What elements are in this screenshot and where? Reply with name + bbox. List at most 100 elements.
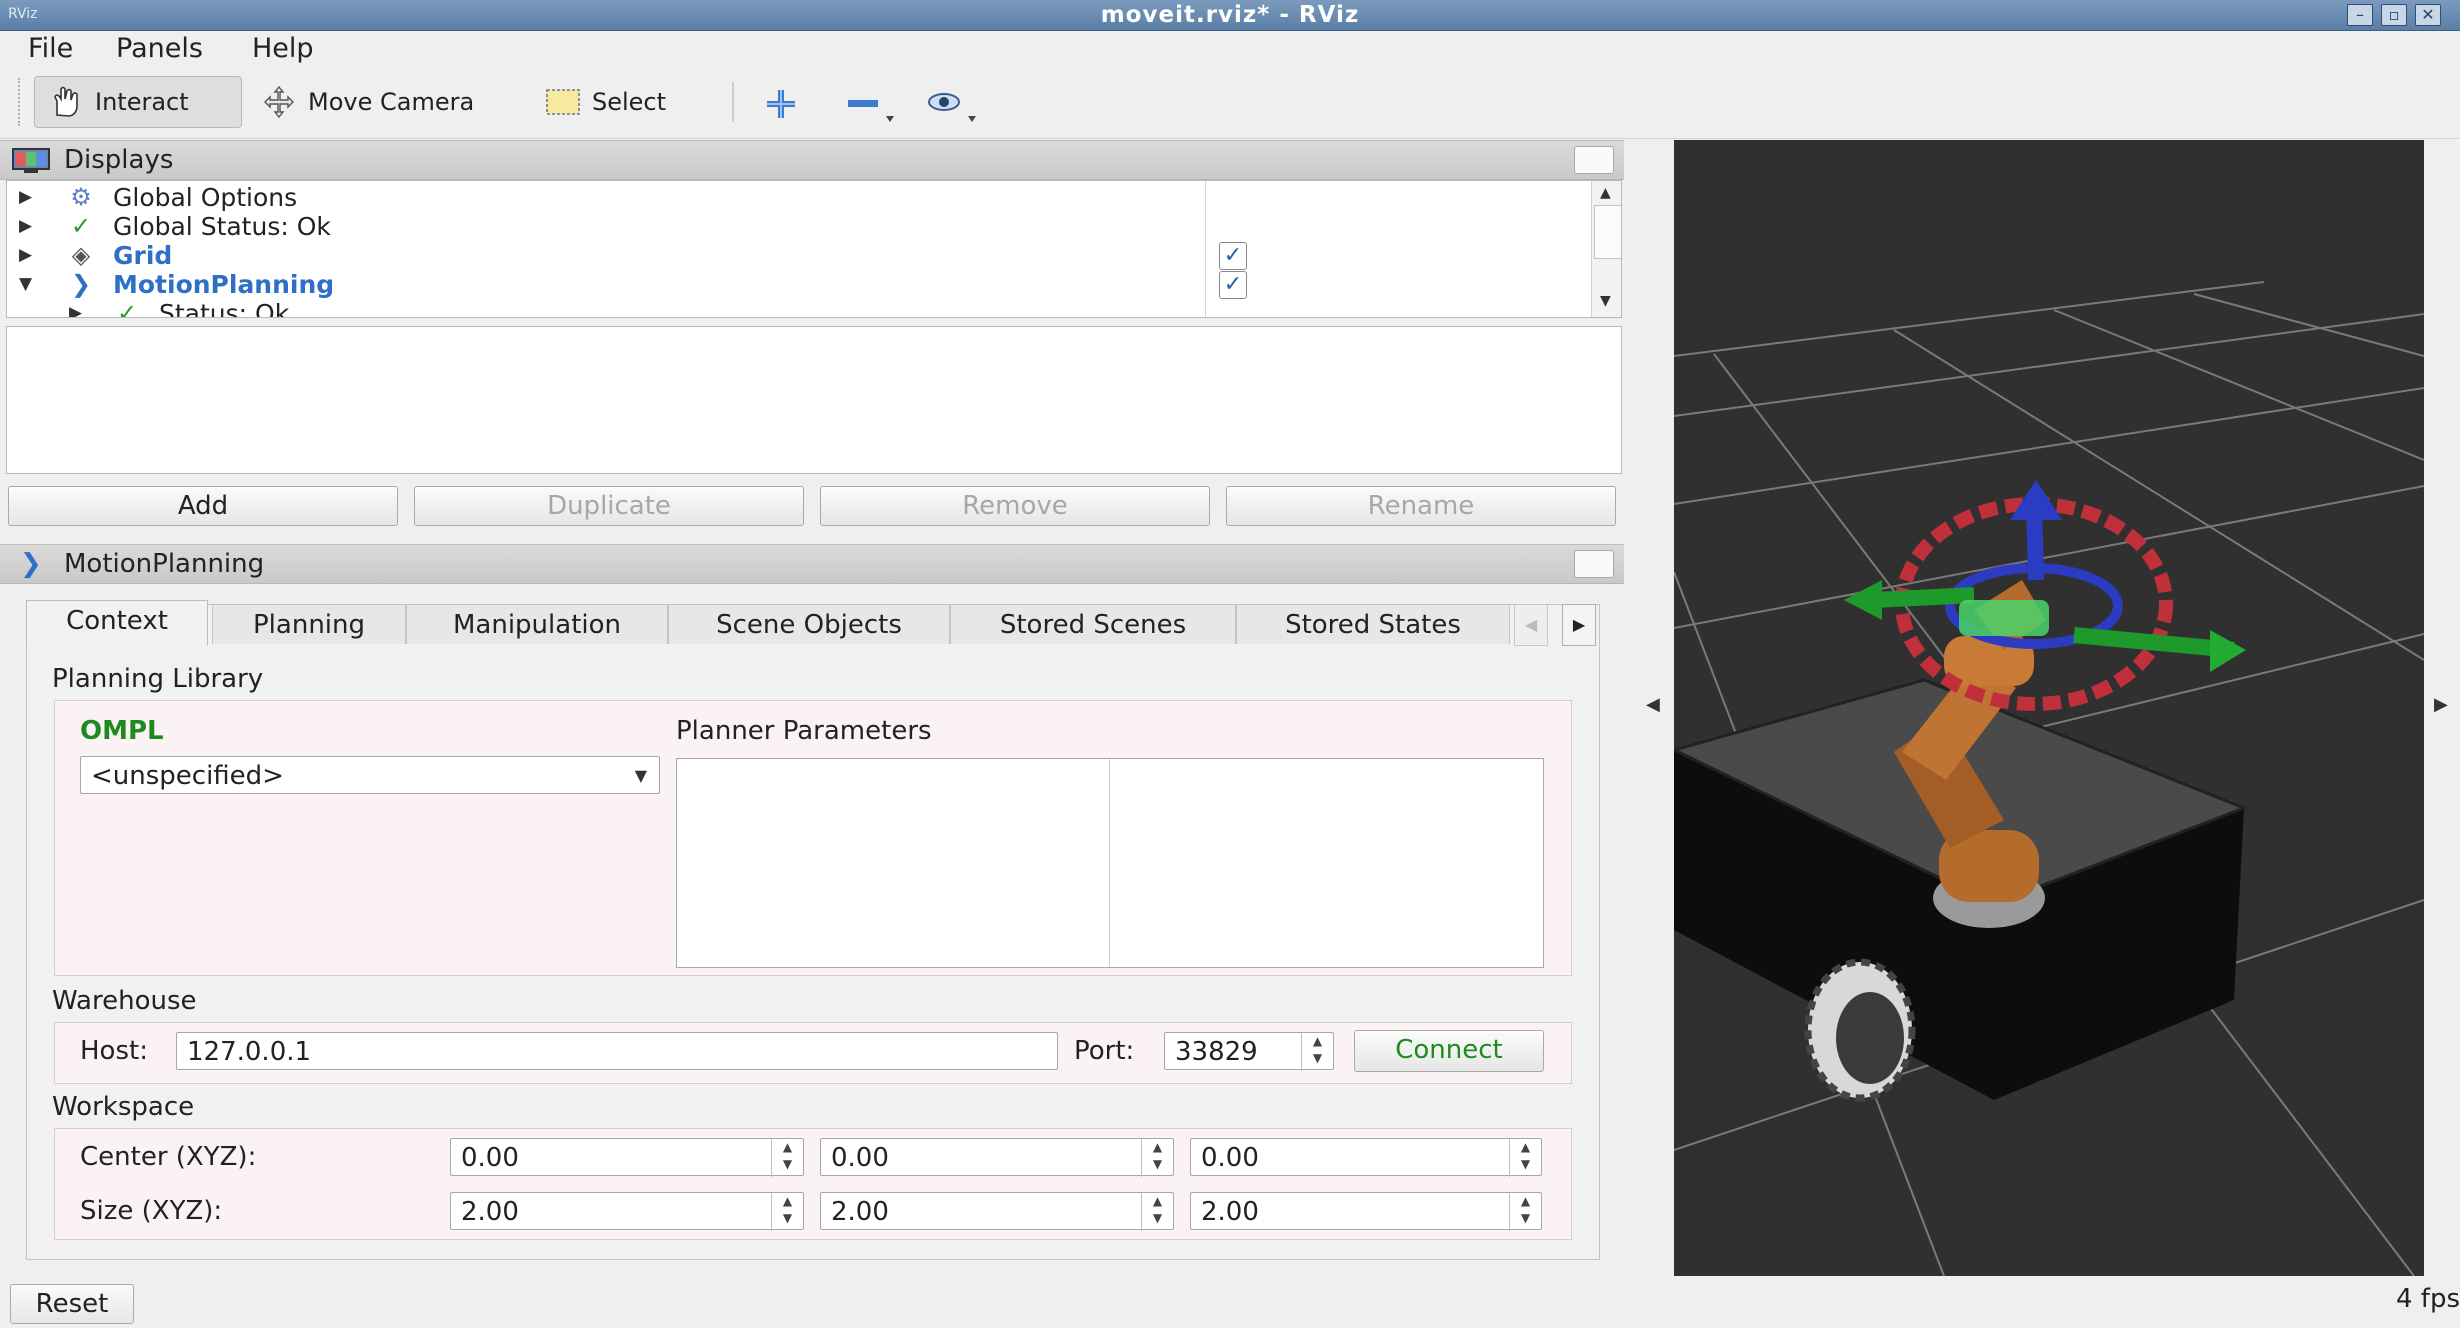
collapse-left-icon[interactable]: ◀ [1646,694,1660,715]
motionplanning-panel-undock-button[interactable] [1574,550,1614,578]
spin-arrows-icon[interactable]: ▲ ▼ [771,1193,803,1231]
center-y-value: 0.00 [831,1143,889,1173]
move-camera-button[interactable]: Move Camera [248,76,508,128]
grid-checkbox[interactable]: ✓ [1219,242,1247,270]
tree-label: MotionPlanning [113,270,335,299]
displays-tree: ▶ ⚙ Global Options ▶ ✓ Global Status: Ok… [6,180,1622,318]
tab-context[interactable]: Context [26,600,208,646]
close-icon[interactable]: ✕ [2415,4,2441,26]
size-x-spinbox[interactable]: 2.00 ▲ ▼ [450,1192,804,1231]
check-icon: ✓ [116,299,138,318]
view-side-strip: ▶ [2424,140,2460,1276]
eye-icon[interactable] [922,84,986,128]
interact-label: Interact [95,88,189,116]
plus-crosshair-icon[interactable] [756,84,806,124]
connect-button[interactable]: Connect [1354,1030,1544,1072]
tree-label: Grid [113,241,173,270]
host-input[interactable]: 127.0.0.1 [176,1032,1058,1070]
scroll-up-icon[interactable]: ▲ [1600,185,1611,201]
tree-row-global-status[interactable]: ▶ ✓ Global Status: Ok [7,212,1207,241]
motionplanning-icon: ❯ [70,270,92,298]
window-title: moveit.rviz* - RViz [1100,2,1360,28]
expand-arrow-icon[interactable]: ▶ [19,212,32,241]
rename-button[interactable]: Rename [1226,486,1616,526]
expand-arrow-icon[interactable]: ▶ [69,299,82,317]
spin-arrows-icon[interactable]: ▲ ▼ [1301,1033,1333,1071]
minus-icon[interactable] [842,84,902,128]
interact-button[interactable]: Interact [34,76,242,128]
remove-button[interactable]: Remove [820,486,1210,526]
check-icon: ✓ [70,212,92,240]
toolbar-grip[interactable] [18,78,24,126]
reset-button[interactable]: Reset [10,1284,134,1324]
expand-arrow-icon[interactable]: ▶ [19,241,32,270]
maximize-icon[interactable]: ▫ [2381,4,2407,26]
center-x-value: 0.00 [461,1143,519,1173]
size-z-spinbox[interactable]: 2.00 ▲ ▼ [1190,1192,1542,1231]
tree-label: Global Options [113,183,298,212]
hand-icon [54,86,78,117]
center-y-spinbox[interactable]: 0.00 ▲ ▼ [820,1138,1174,1177]
spin-arrows-icon[interactable]: ▲ ▼ [1141,1193,1173,1231]
planner-parameters-table[interactable] [676,758,1544,968]
host-label: Host: [80,1036,148,1066]
tab-manipulation[interactable]: Manipulation [406,604,668,644]
displays-title: Displays [64,145,174,175]
spin-arrows-icon[interactable]: ▲ ▼ [1509,1193,1541,1231]
spin-arrows-icon[interactable]: ▲ ▼ [1509,1139,1541,1177]
column-separator [1205,181,1206,317]
tree-row-grid[interactable]: ▶ ◈ Grid [7,241,1207,270]
size-xyz-label: Size (XYZ): [80,1196,223,1226]
tree-row-status[interactable]: ▶ ✓ Status: Ok [7,299,1207,318]
scroll-thumb[interactable] [1594,205,1621,259]
menu-file[interactable]: File [28,33,73,64]
monitor-icon [12,148,50,173]
motionplanning-checkbox[interactable]: ✓ [1219,271,1247,299]
spin-arrows-icon[interactable]: ▲ ▼ [1141,1139,1173,1177]
select-button[interactable]: Select [532,76,702,128]
add-button[interactable]: Add [8,486,398,526]
render-3d-view[interactable] [1674,140,2424,1276]
tree-label: Global Status: Ok [113,212,331,241]
port-value: 33829 [1175,1037,1258,1067]
ompl-label: OMPL [80,716,164,746]
displays-panel-header: Displays [0,140,1624,180]
tab-scroll-right-icon[interactable]: ▶ [1562,604,1596,646]
window-titlebar: RViz moveit.rviz* - RViz – ▫ ✕ [0,0,2460,31]
toolbar-separator [732,82,734,122]
select-label: Select [592,88,667,116]
tab-scene-objects[interactable]: Scene Objects [668,604,950,644]
center-z-spinbox[interactable]: 0.00 ▲ ▼ [1190,1138,1542,1177]
tree-row-motionplanning[interactable]: ▼ ❯ MotionPlanning [7,270,1207,299]
spin-arrows-icon[interactable]: ▲ ▼ [771,1139,803,1177]
tab-planning[interactable]: Planning [212,604,406,644]
interactive-marker [1844,480,2246,711]
size-y-value: 2.00 [831,1197,889,1227]
displays-panel-undock-button[interactable] [1574,146,1614,174]
menu-panels[interactable]: Panels [116,33,203,64]
tab-stored-scenes[interactable]: Stored Scenes [950,604,1236,644]
port-spinbox[interactable]: 33829 ▲ ▼ [1164,1032,1334,1071]
port-label: Port: [1074,1036,1135,1066]
size-y-spinbox[interactable]: 2.00 ▲ ▼ [820,1192,1174,1231]
size-x-value: 2.00 [461,1197,519,1227]
gear-icon: ⚙ [70,183,92,211]
select-rect-icon [546,89,580,115]
minimize-icon[interactable]: – [2347,4,2373,26]
grid-icon: ◈ [71,241,91,269]
toolbar: Interact Move Camera Select [0,72,2460,139]
expand-arrow-icon[interactable]: ▶ [19,183,32,212]
menubar: File Panels Help [0,31,2460,71]
motionplanning-title: MotionPlanning [64,549,265,579]
collapse-arrow-icon[interactable]: ▼ [19,270,32,299]
menu-help[interactable]: Help [252,33,314,64]
duplicate-button[interactable]: Duplicate [414,486,804,526]
tree-row-global-options[interactable]: ▶ ⚙ Global Options [7,183,1207,212]
center-x-spinbox[interactable]: 0.00 ▲ ▼ [450,1138,804,1177]
expand-right-icon[interactable]: ▶ [2434,694,2448,715]
tab-scroll-left-icon[interactable]: ◀ [1514,604,1548,646]
scroll-down-icon[interactable]: ▼ [1600,293,1611,309]
tree-scrollbar[interactable]: ▲ ▼ [1591,181,1621,317]
planner-select[interactable]: <unspecified> ▼ [80,756,660,794]
tab-stored-states[interactable]: Stored States [1236,604,1510,644]
